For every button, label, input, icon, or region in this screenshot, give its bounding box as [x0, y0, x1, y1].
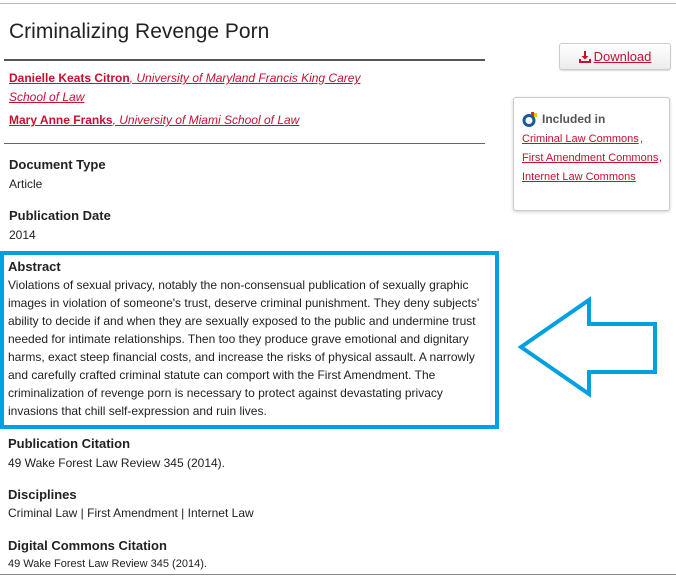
document-type-value: Article	[9, 177, 43, 191]
author-1: Danielle Keats Citron, University of Mar…	[9, 69, 360, 107]
document-type-label: Document Type	[9, 157, 106, 172]
included-in-label: Included in	[542, 112, 606, 126]
included-in-header: Included in	[522, 111, 605, 127]
bottom-divider	[0, 574, 676, 575]
arrow-left-icon	[517, 296, 657, 398]
publication-citation-value: 49 Wake Forest Law Review 345 (2014).	[8, 456, 225, 470]
disciplines-value: Criminal Law | First Amendment | Interne…	[8, 506, 254, 520]
authors-divider	[4, 143, 485, 144]
abstract-label: Abstract	[8, 259, 61, 274]
digital-commons-citation-label: Digital Commons Citation	[8, 538, 167, 553]
author-2-link[interactable]: Mary Anne Franks, University of Miami Sc…	[9, 113, 299, 127]
included-in-link-internet-law[interactable]: Internet Law Commons	[522, 171, 636, 183]
publication-citation-label: Publication Citation	[8, 436, 131, 451]
digital-commons-network-icon	[522, 112, 537, 127]
download-label: Download	[593, 49, 652, 64]
publication-date-value: 2014	[9, 228, 36, 242]
included-in-link-first-amendment[interactable]: First Amendment Commons	[522, 152, 658, 164]
publication-date-label: Publication Date	[9, 208, 111, 223]
author-2: Mary Anne Franks, University of Miami Sc…	[9, 111, 299, 130]
download-button[interactable]: Download	[559, 43, 671, 70]
title-divider	[4, 59, 485, 61]
top-divider	[0, 3, 676, 4]
author-1-link[interactable]: Danielle Keats Citron, University of Mar…	[9, 71, 360, 85]
digital-commons-citation-value: 49 Wake Forest Law Review 345 (2014).	[8, 558, 207, 570]
included-in-panel: Included in Criminal Law Commons, First …	[513, 97, 670, 211]
page-title: Criminalizing Revenge Porn	[9, 20, 270, 43]
abstract-text: Violations of sexual privacy, notably th…	[8, 278, 480, 418]
author-1-affiliation-link[interactable]: School of Law	[9, 90, 84, 104]
included-in-link-criminal-law[interactable]: Criminal Law Commons	[522, 133, 639, 145]
disciplines-label: Disciplines	[8, 487, 77, 502]
download-icon	[578, 50, 591, 63]
